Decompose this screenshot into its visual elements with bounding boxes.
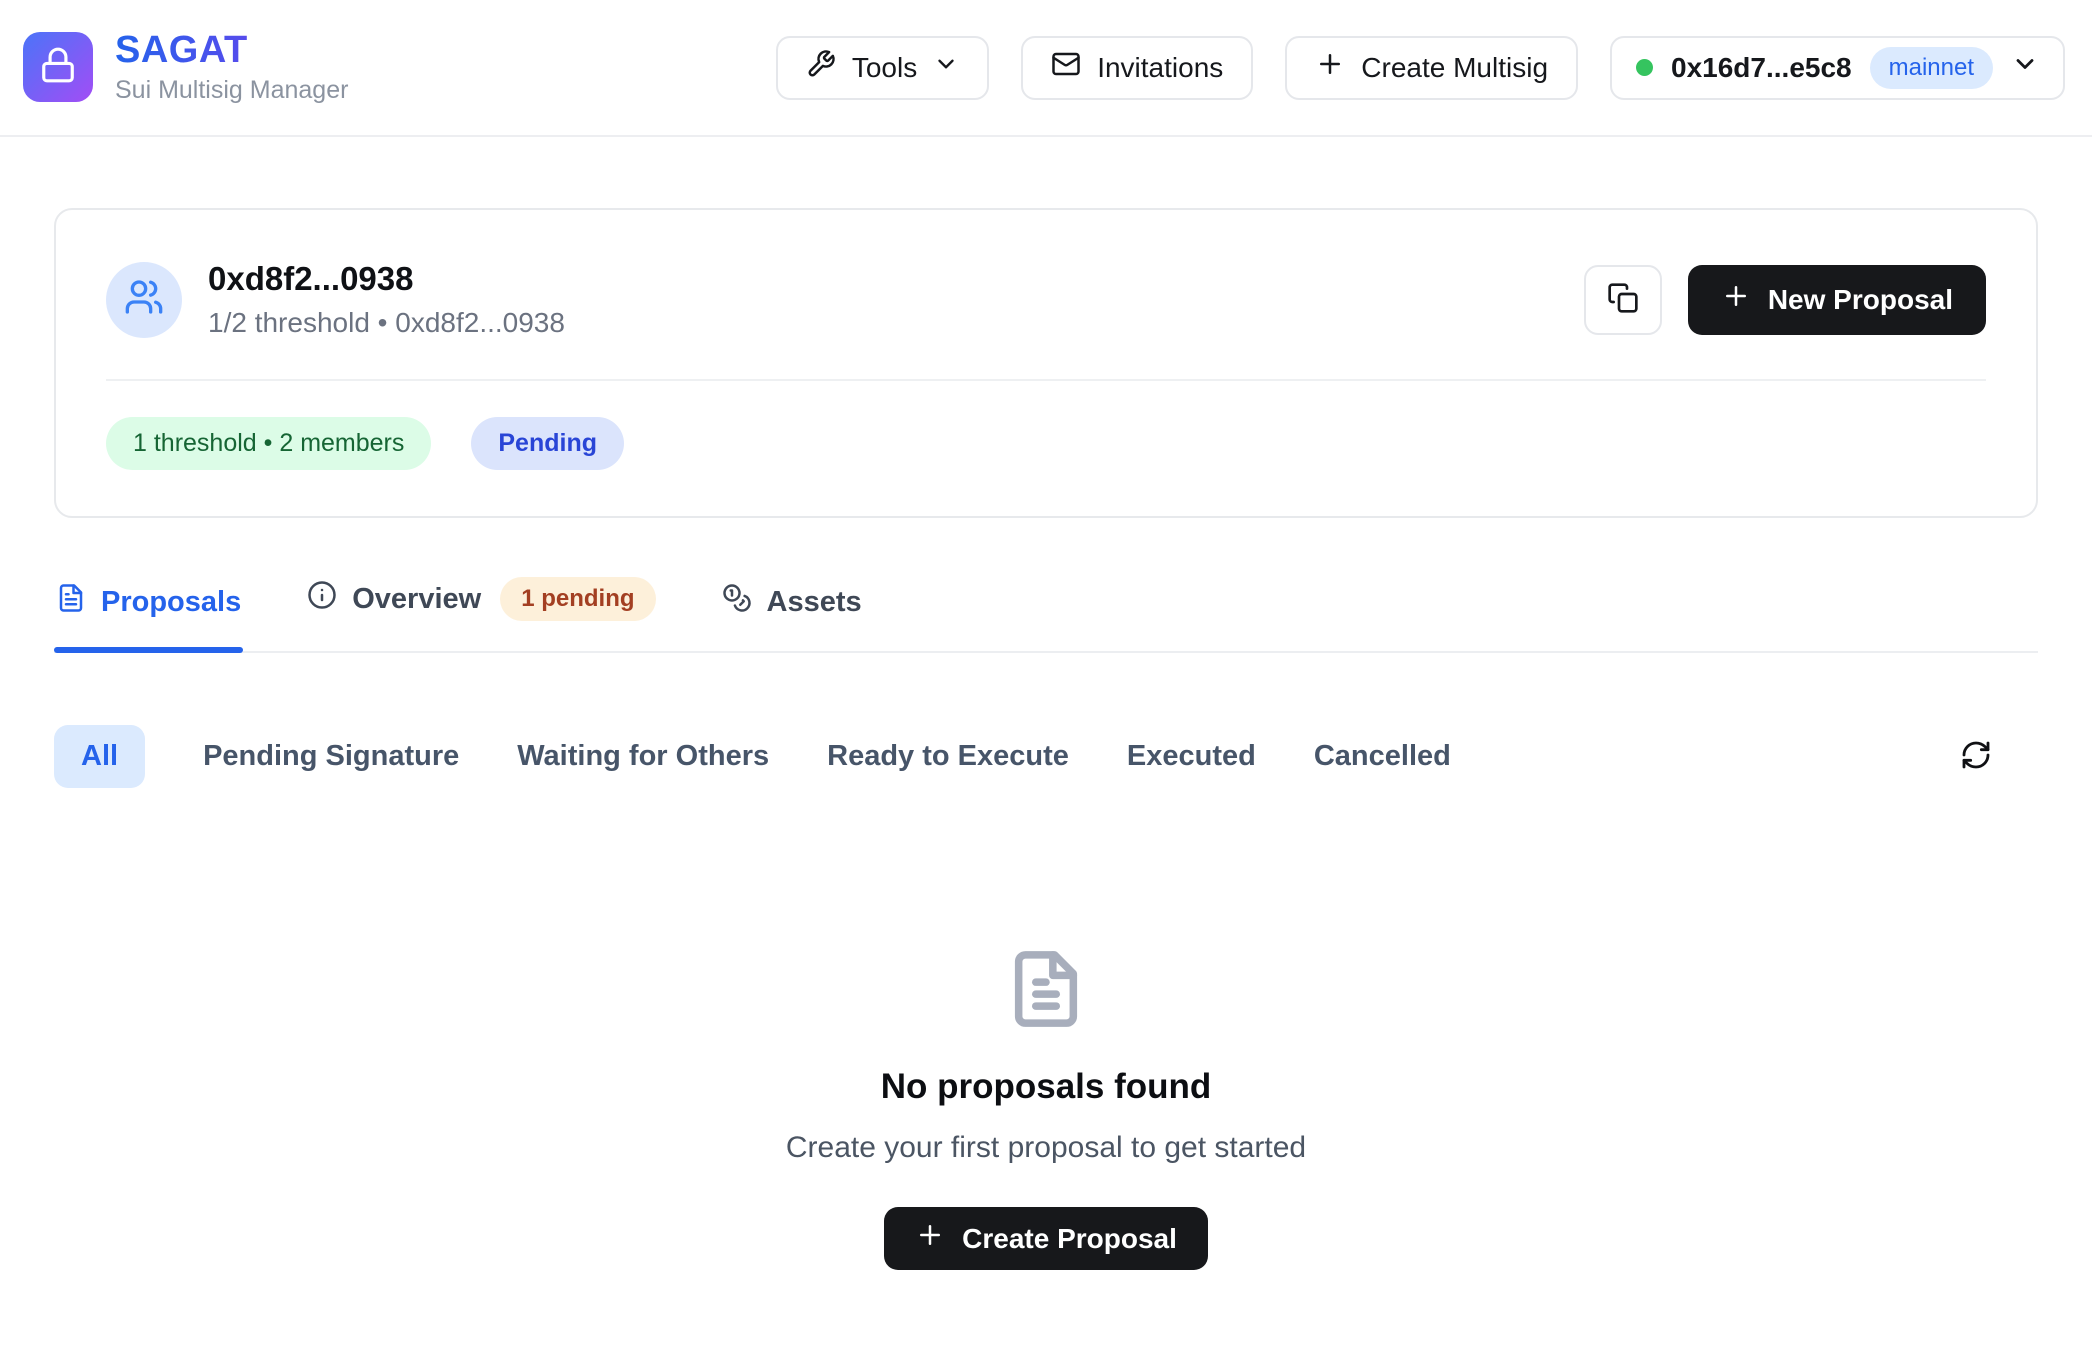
filter-pending-signature[interactable]: Pending Signature [203, 740, 459, 773]
document-icon [1005, 948, 1087, 1035]
card-divider [106, 379, 1986, 381]
app-title: SAGAT [115, 30, 348, 72]
multisig-avatar [106, 262, 182, 338]
plus-icon [1721, 281, 1751, 318]
app-logo [23, 32, 93, 102]
filter-ready-to-execute[interactable]: Ready to Execute [827, 740, 1069, 773]
multisig-badges: 1 threshold • 2 members Pending [106, 417, 1986, 470]
proposal-filters: All Pending Signature Waiting for Others… [54, 725, 2038, 788]
create-proposal-label: Create Proposal [962, 1223, 1177, 1255]
tools-button[interactable]: Tools [776, 36, 989, 100]
plus-icon [1315, 49, 1345, 86]
tab-overview-label: Overview [352, 583, 481, 616]
filter-all[interactable]: All [54, 725, 145, 788]
network-badge: mainnet [1870, 47, 1993, 89]
multisig-subtitle: 1/2 threshold • 0xd8f2...0938 [208, 307, 565, 339]
file-text-icon [56, 583, 86, 621]
tab-overview[interactable]: Overview 1 pending [305, 571, 657, 651]
connection-status-dot [1636, 59, 1653, 76]
new-proposal-label: New Proposal [1768, 284, 1953, 316]
multisig-address-title: 0xd8f2...0938 [208, 260, 565, 298]
empty-state-title: No proposals found [881, 1067, 1212, 1107]
refresh-button[interactable] [1960, 739, 1992, 774]
empty-state-subtitle: Create your first proposal to get starte… [786, 1131, 1306, 1165]
tab-assets[interactable]: Assets [720, 577, 864, 651]
header-actions: Tools Invitations Create Multisig [776, 36, 2065, 100]
members-threshold-badge: 1 threshold • 2 members [106, 417, 431, 470]
create-multisig-label: Create Multisig [1361, 52, 1548, 84]
tab-proposals[interactable]: Proposals [54, 577, 243, 651]
refresh-icon [1960, 739, 1992, 774]
app-header: SAGAT Sui Multisig Manager Tools [0, 0, 2092, 137]
invitations-button[interactable]: Invitations [1021, 36, 1253, 100]
mail-icon [1051, 49, 1081, 86]
wallet-account-button[interactable]: 0x16d7...e5c8 mainnet [1610, 36, 2065, 100]
filter-waiting-for-others[interactable]: Waiting for Others [517, 740, 769, 773]
users-icon [124, 277, 164, 322]
empty-state: No proposals found Create your first pro… [0, 948, 2092, 1270]
app-tagline: Sui Multisig Manager [115, 76, 348, 105]
brand-text: SAGAT Sui Multisig Manager [115, 30, 348, 106]
multisig-title-block: 0xd8f2...0938 1/2 threshold • 0xd8f2...0… [208, 260, 565, 339]
wallet-address: 0x16d7...e5c8 [1671, 52, 1852, 84]
filter-cancelled[interactable]: Cancelled [1314, 740, 1451, 773]
chevron-down-icon [933, 51, 959, 84]
wrench-icon [806, 49, 836, 86]
new-proposal-button[interactable]: New Proposal [1688, 265, 1986, 335]
plus-icon [915, 1220, 945, 1257]
lock-icon [39, 46, 77, 89]
create-proposal-button[interactable]: Create Proposal [884, 1207, 1208, 1270]
multisig-card-actions: New Proposal [1584, 265, 1986, 335]
copy-address-button[interactable] [1584, 265, 1662, 335]
copy-icon [1607, 282, 1639, 317]
multisig-identity: 0xd8f2...0938 1/2 threshold • 0xd8f2...0… [106, 260, 565, 339]
info-icon [307, 580, 337, 618]
tools-label: Tools [852, 52, 917, 84]
status-badge: Pending [471, 417, 624, 470]
chevron-down-icon [2011, 50, 2039, 85]
active-tab-indicator [54, 647, 243, 653]
main-tabs: Proposals Overview 1 pending Assets [54, 571, 2038, 653]
filter-executed[interactable]: Executed [1127, 740, 1256, 773]
multisig-card-top: 0xd8f2...0938 1/2 threshold • 0xd8f2...0… [106, 260, 1986, 339]
pending-count-badge: 1 pending [500, 577, 655, 621]
multisig-card: 0xd8f2...0938 1/2 threshold • 0xd8f2...0… [54, 208, 2038, 518]
create-multisig-button[interactable]: Create Multisig [1285, 36, 1578, 100]
coins-icon [722, 583, 752, 621]
invitations-label: Invitations [1097, 52, 1223, 84]
brand: SAGAT Sui Multisig Manager [23, 30, 348, 106]
tab-proposals-label: Proposals [101, 586, 241, 619]
tab-assets-label: Assets [767, 586, 862, 619]
